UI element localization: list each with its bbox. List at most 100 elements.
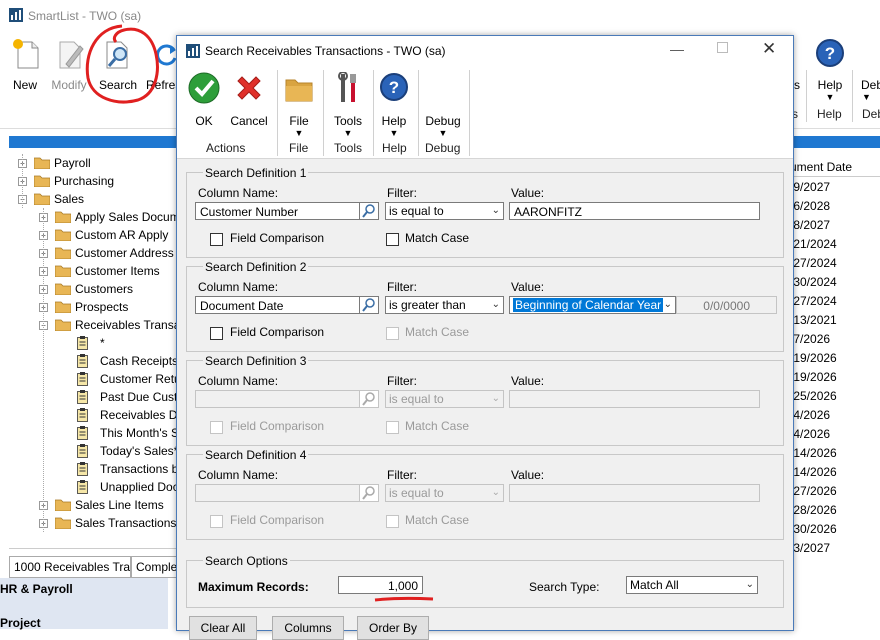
date-cell[interactable]: /14/2026 xyxy=(790,463,880,482)
close-icon[interactable]: ✕ xyxy=(762,39,776,59)
chevron-down-icon: ▼ xyxy=(294,128,304,138)
tree-list-item[interactable]: Transactions b xyxy=(9,460,179,478)
tree-list-item[interactable]: Customer Retu xyxy=(9,370,179,388)
maximize-icon[interactable] xyxy=(717,42,728,53)
tab-receivables-transactions[interactable]: 1000 Receivables Trar xyxy=(9,556,131,578)
lookup-magnifier-icon xyxy=(362,204,375,218)
date-cell[interactable]: /4/2026 xyxy=(790,406,880,425)
main-debug-button[interactable]: Deb ▼ xyxy=(858,36,880,106)
column-lookup-button[interactable] xyxy=(359,484,379,502)
column-name-input[interactable]: Document Date xyxy=(195,296,361,314)
smartlist-tree: + Payroll + Purchasing − Sales + Apply Sales Do… xyxy=(9,154,179,539)
date-cell[interactable]: /7/2026 xyxy=(790,330,880,349)
nav-item-project[interactable]: Project xyxy=(0,616,41,630)
date-cell[interactable]: /21/2024 xyxy=(790,235,880,254)
clipboard-icon xyxy=(77,444,88,458)
filter-value: is equal to xyxy=(389,392,444,406)
match-case-checkbox[interactable] xyxy=(386,515,399,528)
clear-all-button[interactable]: Clear All xyxy=(189,616,257,640)
tree-list-item[interactable]: Today's Sales* xyxy=(9,442,179,460)
value-input[interactable] xyxy=(509,484,760,502)
tree-list-item[interactable]: Receivables Du xyxy=(9,406,179,424)
date-cell[interactable]: /8/2027 xyxy=(790,216,880,235)
match-case-checkbox[interactable] xyxy=(386,327,399,340)
max-records-input[interactable]: 1,000 xyxy=(338,576,423,594)
column-lookup-button[interactable] xyxy=(359,296,379,314)
match-case-checkbox[interactable] xyxy=(386,233,399,246)
debug-button[interactable]: Debug ▼ xyxy=(421,72,465,140)
tree-item-label: This Month's S xyxy=(100,426,179,440)
search-type-select[interactable]: Match All ⌄ xyxy=(626,576,758,594)
tree-folder-item[interactable]: + Apply Sales Docum xyxy=(9,208,179,226)
tree-list-item[interactable]: Past Due Custo xyxy=(9,388,179,406)
field-comparison-checkbox[interactable] xyxy=(210,515,223,528)
tree-folder-item[interactable]: + Sales Line Items xyxy=(9,496,179,514)
date-cell[interactable]: /19/2026 xyxy=(790,349,880,368)
tree-list-item[interactable]: This Month's S xyxy=(9,424,179,442)
tree-folder-item[interactable]: + Customer Items xyxy=(9,262,179,280)
date-cell[interactable]: /30/2026 xyxy=(790,520,880,539)
date-cell[interactable]: /27/2024 xyxy=(790,292,880,311)
tree-list-item[interactable]: Cash Receipts xyxy=(9,352,179,370)
tree-folder-item[interactable]: − Sales xyxy=(9,190,179,208)
date-cell[interactable]: /13/2021 xyxy=(790,311,880,330)
filter-select[interactable]: is equal to ⌄ xyxy=(385,390,504,408)
date-cell[interactable]: /28/2026 xyxy=(790,501,880,520)
value-select[interactable]: Beginning of Calendar Year ⌄ xyxy=(509,296,676,314)
cancel-button[interactable]: Cancel xyxy=(227,72,271,128)
column-lookup-button[interactable] xyxy=(359,202,379,220)
document-date-column-header[interactable]: ument Date xyxy=(786,158,880,177)
tree-folder-item[interactable]: + Payroll xyxy=(9,154,179,172)
date-cell[interactable]: /25/2026 xyxy=(790,387,880,406)
field-comparison-checkbox[interactable] xyxy=(210,233,223,246)
tree-folder-item[interactable]: + Prospects xyxy=(9,298,179,316)
tree-folder-item[interactable]: + Customer Address xyxy=(9,244,179,262)
tree-folder-item[interactable]: − Receivables Transa xyxy=(9,316,179,334)
tree-folder-item[interactable]: + Custom AR Apply xyxy=(9,226,179,244)
field-comparison-checkbox[interactable] xyxy=(210,421,223,434)
tools-button[interactable]: Tools ▼ xyxy=(329,72,367,140)
date-cell[interactable]: /9/2027 xyxy=(790,178,880,197)
main-help-button-label: Help xyxy=(817,78,843,92)
date-cell[interactable]: /30/2024 xyxy=(790,273,880,292)
clipboard-icon xyxy=(77,336,88,350)
tree-folder-item[interactable]: + Customers xyxy=(9,280,179,298)
filter-select[interactable]: is greater than ⌄ xyxy=(385,296,504,314)
date-cell[interactable]: /14/2026 xyxy=(790,444,880,463)
column-lookup-button[interactable] xyxy=(359,390,379,408)
new-button[interactable]: New xyxy=(6,36,44,96)
columns-button[interactable]: Columns xyxy=(272,616,344,640)
tree-folder-item[interactable]: + Purchasing xyxy=(9,172,179,190)
tree-list-item[interactable]: * xyxy=(9,334,179,352)
tree-list-item[interactable]: Unapplied Doc xyxy=(9,478,179,496)
date-cell[interactable]: /4/2026 xyxy=(790,425,880,444)
value-input[interactable] xyxy=(509,390,760,408)
value-input[interactable]: AARONFITZ xyxy=(509,202,760,220)
tree-folder-item[interactable]: + Sales Transactions xyxy=(9,514,179,532)
nav-item-hr-payroll[interactable]: HR & Payroll xyxy=(0,582,73,596)
ok-button[interactable]: OK xyxy=(185,72,223,128)
order-by-button[interactable]: Order By xyxy=(357,616,429,640)
minimize-icon[interactable]: — xyxy=(670,41,684,57)
column-name-input[interactable]: Customer Number xyxy=(195,202,361,220)
date-cell[interactable]: /3/2027 xyxy=(790,539,880,558)
chevron-down-icon: ⌄ xyxy=(663,299,672,310)
help-button[interactable]: ? Help ▼ xyxy=(376,72,412,140)
file-button[interactable]: File ▼ xyxy=(281,72,317,140)
lookup-magnifier-icon xyxy=(362,392,375,406)
date-cell[interactable]: /27/2024 xyxy=(790,254,880,273)
filter-select[interactable]: is equal to ⌄ xyxy=(385,202,504,220)
date-cell[interactable]: /19/2026 xyxy=(790,368,880,387)
field-comparison-checkbox[interactable] xyxy=(210,327,223,340)
column-name-input[interactable] xyxy=(195,390,361,408)
date-cell[interactable]: /27/2026 xyxy=(790,482,880,501)
match-case-checkbox[interactable] xyxy=(386,421,399,434)
filter-select[interactable]: is equal to ⌄ xyxy=(385,484,504,502)
date-cell[interactable]: /6/2028 xyxy=(790,197,880,216)
main-help-button[interactable]: ? Help ▼ xyxy=(812,36,848,106)
value-date-input[interactable]: 0/0/0000 xyxy=(676,296,777,314)
file-button-label: File xyxy=(289,114,309,128)
folder-icon xyxy=(34,175,50,187)
tree-divider xyxy=(9,548,179,549)
column-name-input[interactable] xyxy=(195,484,361,502)
